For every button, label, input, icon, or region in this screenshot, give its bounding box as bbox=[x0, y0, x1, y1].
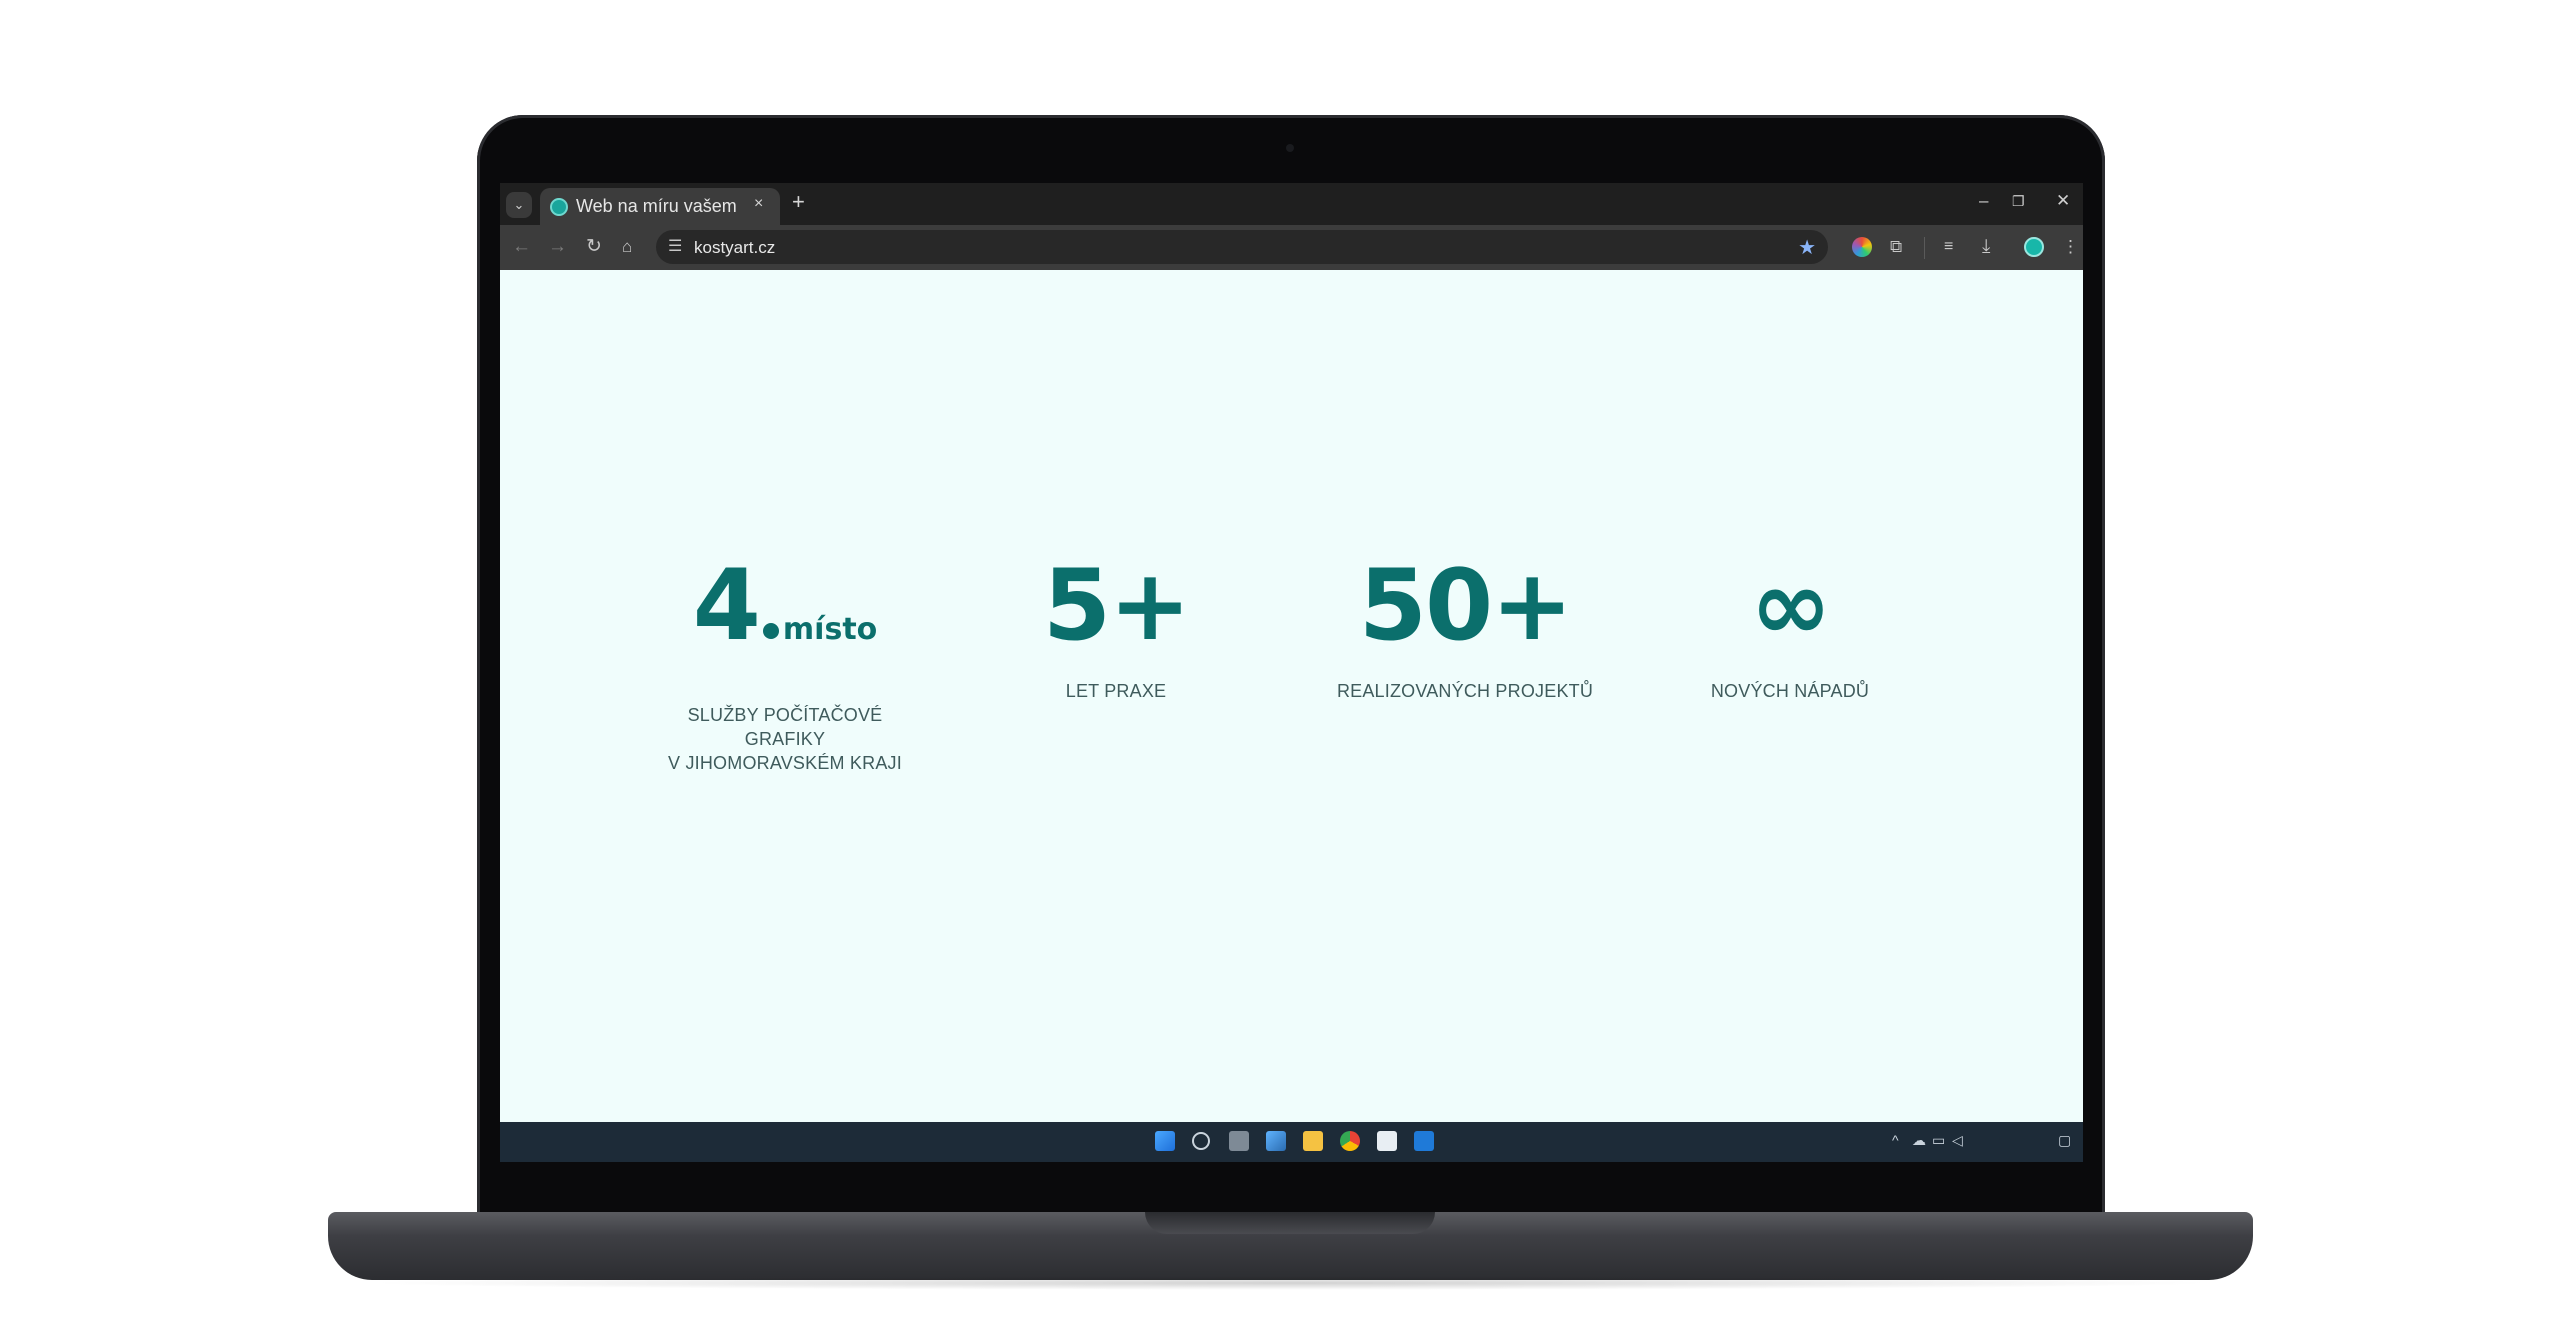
site-info-icon[interactable]: ☰ bbox=[668, 236, 682, 256]
stat-years-label-line: LET PRAXE bbox=[1065, 681, 1167, 701]
cloud-icon[interactable]: ☁ bbox=[1912, 1132, 1926, 1149]
webcam bbox=[1286, 144, 1294, 152]
tab-title: Web na míru vašem bbox=[576, 196, 737, 216]
stat-ideas-label-line: NOVÝCH NÁPADŮ bbox=[1710, 681, 1870, 701]
forward-icon[interactable]: → bbox=[548, 235, 567, 259]
stat-years-label: LET PRAXE bbox=[1006, 679, 1226, 703]
toolbar-separator bbox=[1924, 237, 1925, 259]
tab-search-button[interactable]: ⌄ bbox=[506, 192, 532, 218]
stat-ideas-label: NOVÝCH NÁPADŮ bbox=[1660, 679, 1920, 703]
volume-icon[interactable]: ◁ bbox=[1952, 1132, 1963, 1149]
back-icon[interactable]: ← bbox=[512, 235, 531, 259]
color-extension-icon[interactable] bbox=[1852, 237, 1872, 257]
stat-projects-label: REALIZOVANÝCH PROJEKTŮ bbox=[1315, 679, 1615, 703]
home-icon[interactable]: ⌂ bbox=[622, 235, 632, 259]
browser-toolbar: ← → ↻ ⌂ ☰ kostyart.cz ★ ⧉ ≡ ⤓ ⋮ bbox=[500, 225, 2083, 270]
stat-ranking-label-line: V JIHOMORAVSKÉM KRAJI bbox=[668, 753, 902, 773]
restore-button[interactable]: ❐ bbox=[2012, 193, 2025, 210]
task-view-icon[interactable] bbox=[1229, 1131, 1249, 1151]
stat-ideas: ∞ NOVÝCH NÁPADŮ bbox=[1660, 551, 1920, 703]
stat-ranking-dot bbox=[762, 623, 779, 639]
windows-taskbar: ^ ☁ ▭ ◁ ▢ bbox=[500, 1122, 2083, 1162]
stat-ranking-label-line: SLUŽBY POČÍTAČOVÉ GRAFIKY bbox=[687, 705, 883, 749]
search-icon[interactable] bbox=[1192, 1132, 1210, 1150]
notifications-icon[interactable]: ▢ bbox=[2058, 1132, 2071, 1149]
stat-years-value: 5+ bbox=[1042, 549, 1191, 663]
reload-icon[interactable]: ↻ bbox=[586, 235, 602, 259]
stat-ranking-value: 4 místo bbox=[650, 551, 920, 685]
windows-start-icon[interactable] bbox=[1155, 1131, 1175, 1151]
bookmark-star-icon[interactable]: ★ bbox=[1798, 235, 1816, 260]
laptop-notch bbox=[1145, 1212, 1435, 1234]
extensions-icon[interactable]: ⧉ bbox=[1890, 235, 1902, 259]
laptop-shadow bbox=[360, 1276, 2220, 1290]
site-favicon-icon bbox=[550, 198, 568, 216]
stat-projects: 50+ REALIZOVANÝCH PROJEKTŮ bbox=[1315, 551, 1615, 703]
url-text[interactable]: kostyart.cz bbox=[694, 238, 775, 258]
minimize-button[interactable]: – bbox=[1979, 191, 1988, 211]
stat-ranking-number: 4 bbox=[692, 549, 761, 663]
new-tab-button[interactable]: + bbox=[792, 189, 805, 215]
close-window-button[interactable]: ✕ bbox=[2056, 191, 2070, 211]
stat-projects-value: 50+ bbox=[1358, 549, 1574, 663]
download-icon[interactable]: ⤓ bbox=[1982, 235, 1990, 259]
stat-ranking-suffix: místo bbox=[782, 612, 878, 647]
menu-kebab-icon[interactable]: ⋮ bbox=[2062, 235, 2079, 259]
address-bar[interactable]: ☰ kostyart.cz ★ bbox=[656, 230, 1828, 264]
stat-ranking: 4 místo SLUŽBY POČÍTAČOVÉ GRAFIKY V JIHOM… bbox=[650, 551, 920, 775]
store-icon[interactable] bbox=[1377, 1131, 1397, 1151]
browser-tab-strip: ⌄ Web na míru vašem × + – ❐ ✕ bbox=[500, 183, 2083, 225]
browser-tab-active[interactable]: Web na míru vašem × bbox=[540, 188, 780, 225]
file-explorer-icon[interactable] bbox=[1303, 1131, 1323, 1151]
stat-ideas-value: ∞ bbox=[1750, 549, 1832, 663]
media-control-icon[interactable]: ≡ bbox=[1944, 235, 1953, 259]
stat-ranking-label: SLUŽBY POČÍTAČOVÉ GRAFIKY V JIHOMORAVSKÉ… bbox=[650, 703, 920, 775]
network-icon[interactable]: ▭ bbox=[1932, 1132, 1945, 1149]
stat-years: 5+ LET PRAXE bbox=[1006, 551, 1226, 703]
chrome-icon[interactable] bbox=[1340, 1131, 1360, 1151]
profile-avatar-icon[interactable] bbox=[2024, 237, 2044, 257]
chevron-up-icon[interactable]: ^ bbox=[1892, 1132, 1899, 1148]
widgets-icon[interactable] bbox=[1266, 1131, 1286, 1151]
laptop-screen: ⌄ Web na míru vašem × + – ❐ ✕ ← → ↻ ⌂ ☰ … bbox=[500, 183, 2083, 1162]
tab-close-icon[interactable]: × bbox=[754, 195, 763, 213]
outlook-icon[interactable] bbox=[1414, 1131, 1434, 1151]
stat-projects-label-line: REALIZOVANÝCH PROJEKTŮ bbox=[1336, 681, 1594, 701]
